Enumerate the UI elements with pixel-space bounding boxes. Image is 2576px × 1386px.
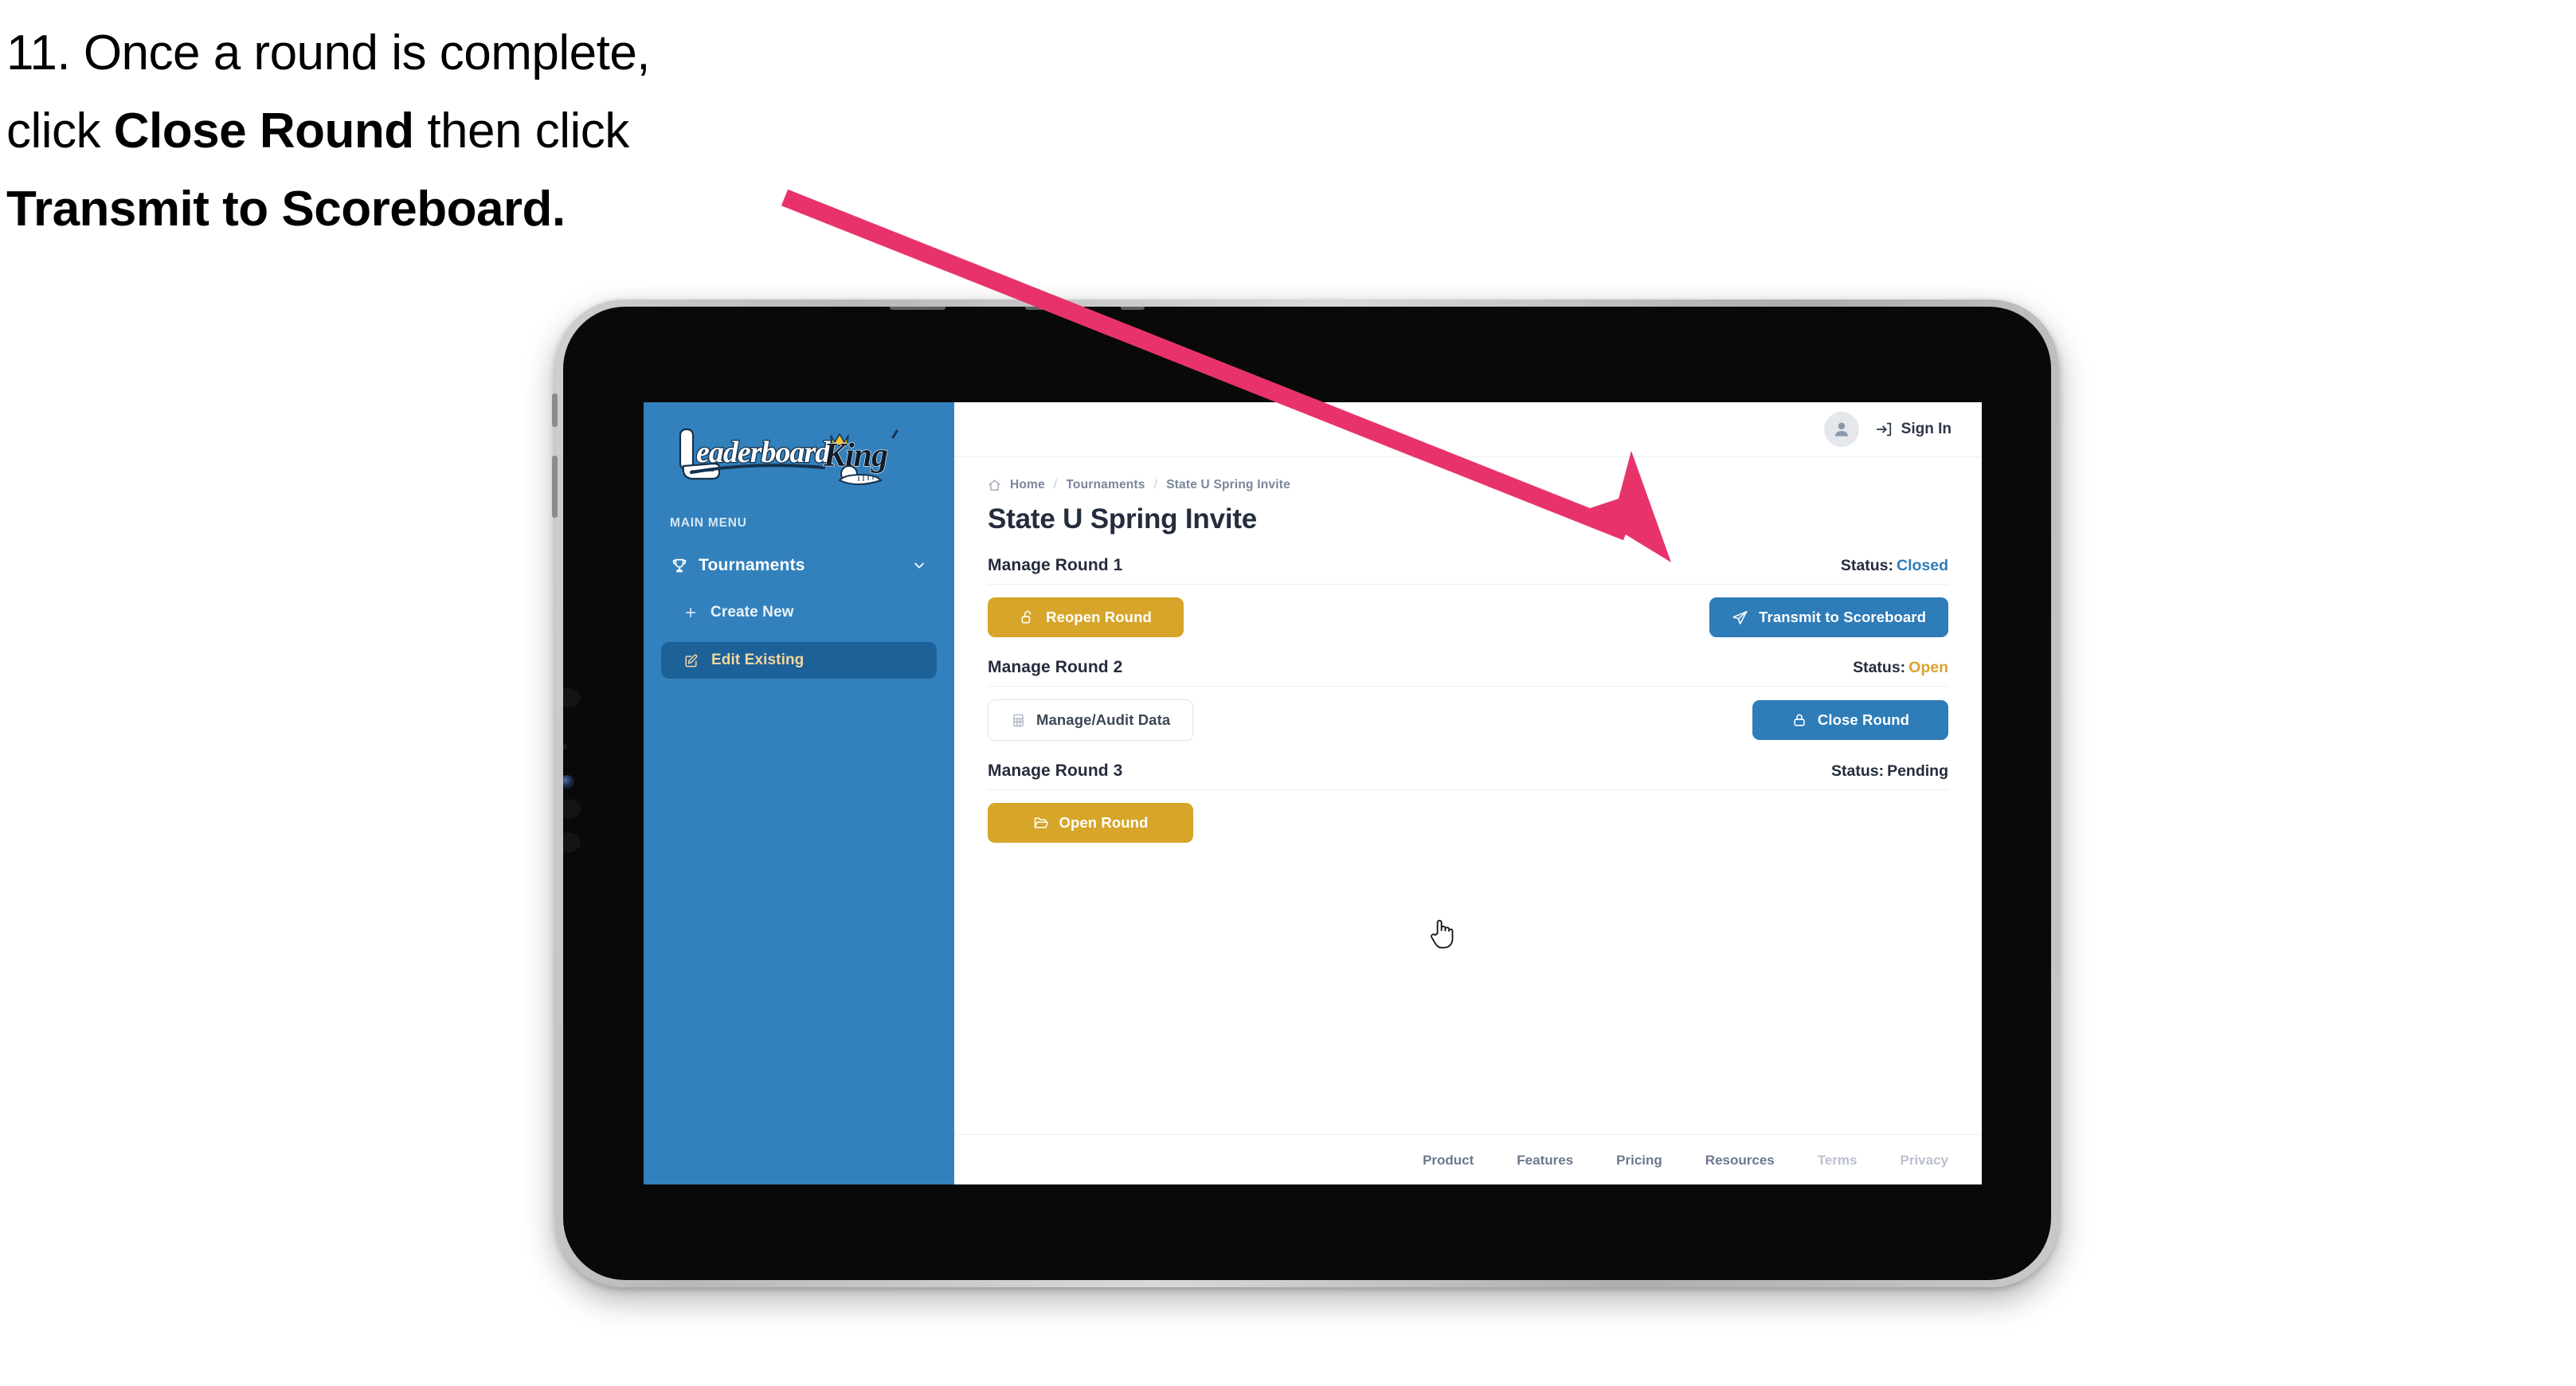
reopen-round-button[interactable]: Reopen Round (988, 597, 1184, 637)
trophy-icon (671, 557, 688, 574)
footer-link-privacy[interactable]: Privacy (1901, 1153, 1949, 1169)
footer: Product Features Pricing Resources Terms… (954, 1134, 1982, 1184)
pencil-square-icon (683, 653, 699, 668)
sidebar: eaderboard King MAIN MENU Tournaments Cr… (644, 402, 954, 1184)
round-2-status-value: Open (1909, 659, 1948, 676)
camera-lens-icon (563, 775, 574, 789)
table-grid-icon (1011, 713, 1026, 728)
footer-link-resources[interactable]: Resources (1705, 1153, 1775, 1169)
brand-logo[interactable]: eaderboard King (644, 402, 954, 492)
caption-line-3-bold: Transmit to Scoreboard. (6, 181, 566, 237)
caption-line-3: Transmit to Scoreboard. (6, 170, 883, 249)
manage-audit-data-button[interactable]: Manage/Audit Data (988, 699, 1194, 741)
tablet-side-button-2 (552, 456, 558, 518)
round-3-status: Status: Pending (1831, 762, 1948, 781)
tablet-device: eaderboard King MAIN MENU Tournaments Cr… (552, 300, 2059, 1287)
avatar[interactable] (1823, 412, 1859, 447)
home-icon[interactable] (988, 479, 1001, 492)
round-3-status-value: Pending (1887, 762, 1948, 780)
manage-audit-data-label: Manage/Audit Data (1036, 711, 1171, 728)
round-1-title: Manage Round 1 (988, 556, 1123, 574)
breadcrumb-separator: / (1153, 478, 1158, 491)
breadcrumb: Home / Tournaments / State U Spring Invi… (988, 478, 1948, 492)
round-3-header: Manage Round 3 Status: Pending (988, 762, 1948, 790)
round-3-title: Manage Round 3 (988, 762, 1123, 780)
bezel-mark-1 (890, 307, 945, 310)
round-2-header: Manage Round 2 Status: Open (988, 658, 1948, 687)
sign-in-icon (1875, 421, 1893, 438)
close-round-label: Close Round (1817, 711, 1910, 728)
caption-line-1: 11. Once a round is complete, (6, 14, 883, 92)
main-panel: Sign In Home / Tournaments / State U Spr… (954, 402, 1982, 1184)
footer-link-features[interactable]: Features (1517, 1153, 1573, 1169)
footer-link-terms[interactable]: Terms (1818, 1153, 1858, 1169)
paper-plane-icon (1732, 609, 1748, 626)
round-3-status-label: Status: (1830, 762, 1885, 780)
leaderboard-king-logo-icon: eaderboard King (667, 426, 930, 488)
sign-in-button[interactable]: Sign In (1875, 421, 1952, 438)
round-3-actions: Open Round (988, 803, 1948, 843)
breadcrumb-item-current: State U Spring Invite (1166, 478, 1290, 491)
caption-line-2-post: then click (413, 103, 629, 159)
sidebar-item-create-new[interactable]: Create New (661, 594, 937, 631)
round-2-title: Manage Round 2 (988, 658, 1123, 676)
round-block-2: Manage Round 2 Status: Open Manage/Audit … (988, 658, 1948, 741)
tablet-side-button-1 (552, 393, 558, 427)
breadcrumb-separator: / (1053, 478, 1058, 491)
unlock-icon (1020, 609, 1035, 625)
footer-link-pricing[interactable]: Pricing (1616, 1153, 1662, 1169)
round-1-status-value: Closed (1896, 557, 1948, 574)
sidebar-item-edit-existing[interactable]: Edit Existing (661, 642, 937, 679)
transmit-to-scoreboard-label: Transmit to Scoreboard (1759, 609, 1926, 625)
user-avatar-icon (1834, 422, 1848, 437)
sensor-dot-icon (563, 744, 567, 750)
sidebar-item-tournaments-label: Tournaments (699, 556, 805, 574)
transmit-to-scoreboard-button[interactable]: Transmit to Scoreboard (1709, 597, 1948, 637)
sidebar-item-edit-existing-label: Edit Existing (711, 652, 805, 668)
round-block-1: Manage Round 1 Status: Closed Reopen Roun… (988, 556, 1948, 637)
round-2-status: Status: Open (1853, 659, 1948, 677)
open-round-label: Open Round (1059, 814, 1149, 831)
sensor-dot-4-icon (563, 832, 581, 852)
bezel-mark-3 (1121, 307, 1145, 310)
round-2-status-label: Status: (1853, 659, 1906, 676)
content-area: Home / Tournaments / State U Spring Invi… (954, 457, 1982, 1134)
page-title: State U Spring Invite (988, 503, 1258, 534)
chevron-down-icon[interactable] (911, 558, 927, 574)
sign-in-label: Sign In (1901, 421, 1952, 437)
round-1-status-label: Status: (1840, 557, 1893, 574)
instruction-caption: 11. Once a round is complete, click Clos… (6, 14, 883, 249)
sidebar-item-create-new-label: Create New (711, 604, 794, 621)
sidebar-section-label: MAIN MENU (670, 516, 747, 530)
footer-link-product[interactable]: Product (1423, 1153, 1474, 1169)
caption-line-2-bold: Close Round (113, 103, 414, 159)
reopen-round-label: Reopen Round (1046, 609, 1152, 625)
caption-line-1-text: 11. Once a round is complete, (6, 25, 651, 80)
round-1-header: Manage Round 1 Status: Closed (988, 556, 1948, 585)
close-round-button[interactable]: Close Round (1752, 700, 1948, 740)
breadcrumb-item-home[interactable]: Home (1010, 478, 1045, 492)
caption-line-2: click Close Round then click (6, 92, 883, 170)
tablet-bezel: eaderboard King MAIN MENU Tournaments Cr… (563, 307, 2051, 1280)
round-block-3: Manage Round 3 Status: Pending Open Round (988, 762, 1948, 843)
caption-line-2-pre: click (6, 103, 114, 159)
topbar: Sign In (954, 402, 1982, 457)
sensor-dot-3-icon (563, 799, 581, 819)
bezel-mark-2 (1025, 307, 1067, 310)
open-round-button[interactable]: Open Round (988, 803, 1193, 843)
folder-open-icon (1033, 815, 1049, 831)
round-1-status: Status: Closed (1841, 557, 1948, 575)
front-camera-icon (563, 688, 581, 707)
app-screen: eaderboard King MAIN MENU Tournaments Cr… (644, 402, 1982, 1184)
round-1-actions: Reopen Round Transmit to Scoreboard (988, 597, 1948, 637)
sidebar-item-tournaments[interactable]: Tournaments (661, 548, 937, 583)
breadcrumb-item-tournaments[interactable]: Tournaments (1066, 478, 1145, 492)
lock-icon (1791, 712, 1807, 728)
round-2-actions: Manage/Audit Data Close Round (988, 699, 1948, 741)
plus-icon (683, 605, 698, 620)
